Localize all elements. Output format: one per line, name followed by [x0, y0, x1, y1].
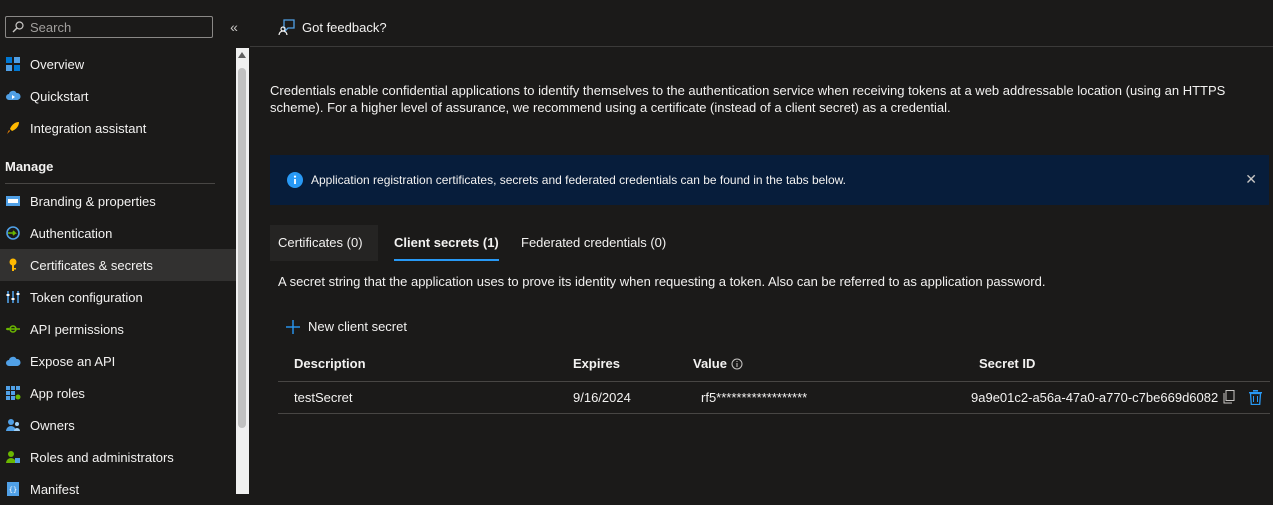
search-icon: [12, 21, 24, 33]
column-header-value: Value: [693, 356, 743, 371]
sidebar-item-label: Manifest: [30, 481, 80, 497]
tab-label: Certificates (0): [278, 235, 363, 250]
info-circle-icon[interactable]: [731, 358, 743, 370]
info-banner-text: Application registration certificates, s…: [311, 173, 846, 187]
table-row-divider: [278, 413, 1270, 414]
scroll-up-arrow-icon[interactable]: [238, 52, 246, 58]
branding-icon: [5, 193, 21, 209]
token-config-icon: [5, 289, 21, 305]
tab-client-secrets[interactable]: Client secrets (1): [394, 225, 499, 261]
sidebar-item-manifest[interactable]: {} Manifest: [0, 473, 236, 505]
sidebar-item-branding[interactable]: Branding & properties: [0, 185, 236, 217]
key-icon: [5, 257, 21, 273]
feedback-label: Got feedback?: [302, 19, 387, 35]
delete-icon[interactable]: [1249, 390, 1262, 405]
sidebar-item-label: Quickstart: [30, 88, 89, 104]
sidebar-item-roles-administrators[interactable]: Roles and administrators: [0, 441, 236, 473]
sidebar-item-label: API permissions: [30, 321, 124, 337]
owners-icon: [5, 417, 21, 433]
divider: [5, 183, 215, 184]
cell-description: testSecret: [294, 390, 353, 405]
sidebar-item-label: Authentication: [30, 225, 113, 241]
feedback-button[interactable]: Got feedback?: [278, 18, 387, 36]
overview-icon: [5, 56, 21, 72]
search-box[interactable]: [5, 16, 213, 38]
app-roles-icon: [5, 385, 21, 401]
sidebar-item-label: Branding & properties: [30, 193, 156, 209]
new-client-secret-button[interactable]: New client secret: [286, 319, 407, 334]
main-content: Got feedback? Credentials enable confide…: [250, 0, 1273, 494]
svg-text:{}: {}: [9, 486, 17, 494]
sidebar-item-label: App roles: [30, 385, 85, 401]
sidebar-item-app-roles[interactable]: App roles: [0, 377, 236, 409]
column-header-description: Description: [294, 356, 366, 371]
cell-secret-id: 9a9e01c2-a56a-47a0-a770-c7be669d6082: [971, 390, 1219, 405]
selected-tab-indicator: [394, 259, 499, 261]
info-icon: [287, 172, 303, 188]
sidebar-item-label: Owners: [30, 417, 75, 433]
collapse-sidebar-button[interactable]: «: [226, 18, 242, 36]
table-header-divider: [278, 381, 1270, 382]
quickstart-cloud-icon: [5, 88, 21, 104]
sidebar: « Overview Quickstart Integration assist…: [0, 0, 250, 497]
sidebar-item-quickstart[interactable]: Quickstart: [0, 80, 236, 112]
authentication-icon: [5, 225, 21, 241]
tab-federated-credentials[interactable]: Federated credentials (0): [521, 225, 666, 261]
column-header-secret-id: Secret ID: [979, 356, 1036, 371]
copy-icon[interactable]: [1223, 390, 1235, 404]
sidebar-item-certificates-secrets[interactable]: Certificates & secrets: [0, 249, 236, 281]
tab-label: Client secrets (1): [394, 235, 499, 250]
info-banner: Application registration certificates, s…: [270, 155, 1269, 205]
api-permissions-icon: [5, 321, 21, 337]
sidebar-item-label: Certificates & secrets: [30, 257, 153, 273]
plus-icon: [286, 319, 300, 334]
scrollbar-thumb[interactable]: [238, 68, 246, 428]
tab-label: Federated credentials (0): [521, 235, 667, 250]
sidebar-item-label: Integration assistant: [30, 120, 147, 136]
sidebar-item-token-configuration[interactable]: Token configuration: [0, 281, 236, 313]
feedback-icon: [278, 19, 295, 36]
cell-value: rf5******************: [701, 390, 808, 405]
new-client-secret-label: New client secret: [308, 319, 407, 334]
search-input[interactable]: [30, 19, 200, 35]
sidebar-item-owners[interactable]: Owners: [0, 409, 236, 441]
tab-description: A secret string that the application use…: [278, 274, 1046, 289]
expose-api-cloud-icon: [5, 353, 21, 369]
rocket-icon: [5, 120, 21, 136]
sidebar-item-label: Roles and administrators: [30, 449, 174, 465]
sidebar-item-overview[interactable]: Overview: [0, 48, 236, 80]
sidebar-item-api-permissions[interactable]: API permissions: [0, 313, 236, 345]
tab-certificates[interactable]: Certificates (0): [270, 225, 378, 261]
intro-text: Credentials enable confidential applicat…: [270, 83, 1226, 115]
manifest-icon: {}: [5, 481, 21, 497]
sidebar-scrollbar[interactable]: [236, 48, 249, 494]
section-title-manage: Manage: [5, 159, 54, 174]
sidebar-item-integration-assistant[interactable]: Integration assistant: [0, 112, 236, 144]
sidebar-item-authentication[interactable]: Authentication: [0, 217, 236, 249]
close-icon[interactable]: ✕: [1245, 171, 1257, 188]
sidebar-item-expose-api[interactable]: Expose an API: [0, 345, 236, 377]
column-header-expires: Expires: [573, 356, 620, 371]
sidebar-item-label: Token configuration: [30, 289, 143, 305]
roles-admins-icon: [5, 449, 21, 465]
cell-expires: 9/16/2024: [573, 390, 631, 405]
sidebar-item-label: Overview: [30, 56, 85, 72]
command-bar: Got feedback?: [250, 0, 1273, 47]
sidebar-item-label: Expose an API: [30, 353, 116, 369]
